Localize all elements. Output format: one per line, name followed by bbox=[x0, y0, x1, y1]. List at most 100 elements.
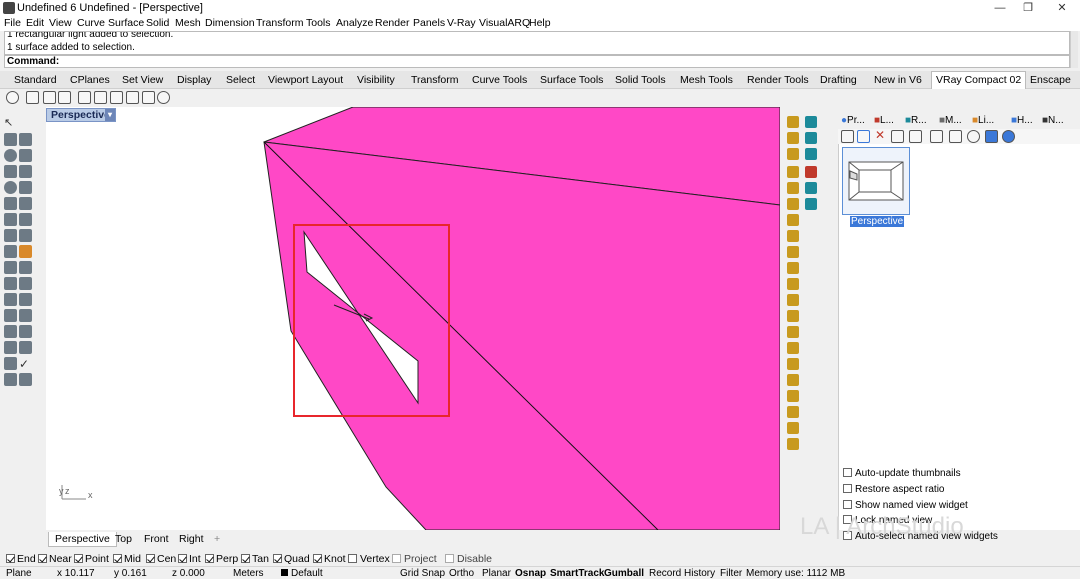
status-layer[interactable]: Default bbox=[281, 568, 323, 579]
ellipse-tool-icon[interactable] bbox=[4, 181, 17, 194]
cylinder-tool-icon[interactable] bbox=[4, 229, 17, 242]
annotation-icon[interactable] bbox=[787, 278, 799, 290]
refresh-view-icon[interactable] bbox=[909, 130, 922, 143]
window-view-icon[interactable] bbox=[985, 130, 998, 143]
save-view-icon[interactable] bbox=[841, 130, 854, 143]
menu-surface[interactable]: Surface bbox=[108, 17, 144, 29]
osnap-quad[interactable]: Quad bbox=[273, 553, 310, 565]
osnap-knot[interactable]: Knot bbox=[313, 553, 346, 565]
polyline-tool-icon[interactable] bbox=[19, 133, 32, 146]
osnap-tan[interactable]: Tan bbox=[241, 553, 269, 565]
ruler-tool-icon[interactable] bbox=[19, 341, 32, 354]
tab-mesh-tools[interactable]: Mesh Tools bbox=[680, 74, 733, 86]
panel-tab-layers[interactable]: ■L... bbox=[874, 115, 894, 126]
column-tool-icon[interactable] bbox=[805, 116, 817, 128]
panel-tab-render[interactable]: ■R... bbox=[905, 115, 927, 126]
vray-render-icon[interactable] bbox=[6, 91, 19, 104]
table-tool-icon[interactable] bbox=[787, 294, 799, 306]
sphere-tool-icon[interactable] bbox=[19, 213, 32, 226]
join-tool-icon[interactable] bbox=[4, 277, 17, 290]
menu-panels[interactable]: Panels bbox=[413, 17, 445, 29]
grid-snap-toggle[interactable]: Grid Snap bbox=[400, 568, 445, 579]
grid-tool-icon[interactable] bbox=[787, 374, 799, 386]
show-view-icon[interactable] bbox=[967, 130, 980, 143]
vray-proxy-icon[interactable] bbox=[142, 91, 155, 104]
panel-tab-lights[interactable]: ■Li... bbox=[972, 115, 994, 126]
copy-view-icon[interactable] bbox=[949, 130, 962, 143]
menu-solid[interactable]: Solid bbox=[146, 17, 169, 29]
command-prompt-input[interactable]: Command: bbox=[4, 55, 1070, 68]
osnap-near[interactable]: Near bbox=[38, 553, 72, 565]
menu-dimension[interactable]: Dimension bbox=[205, 17, 255, 29]
window-tool-icon[interactable] bbox=[787, 148, 799, 160]
option-show-named-view-widget[interactable]: Show named view widget bbox=[843, 500, 968, 511]
viewport-tab-right[interactable]: Right bbox=[173, 532, 210, 547]
vray-asset-editor-icon[interactable] bbox=[58, 91, 71, 104]
vray-light-icon[interactable] bbox=[78, 91, 91, 104]
minimize-button[interactable]: — bbox=[985, 0, 1015, 16]
roof-tool-icon[interactable] bbox=[787, 182, 799, 194]
osnap-perp[interactable]: Perp bbox=[205, 553, 238, 565]
osnap-vertex[interactable]: Vertex bbox=[348, 553, 390, 565]
tab-standard[interactable]: Standard bbox=[14, 74, 57, 86]
polygon-tool-icon[interactable] bbox=[19, 165, 32, 178]
menu-transform[interactable]: Transform bbox=[256, 17, 303, 29]
array-tool-icon[interactable] bbox=[4, 325, 17, 338]
tab-cplanes[interactable]: CPlanes bbox=[70, 74, 110, 86]
smarttrack-toggle[interactable]: SmartTrack bbox=[550, 568, 604, 579]
split-tool-icon[interactable] bbox=[4, 261, 17, 274]
box-tool-icon[interactable] bbox=[4, 213, 17, 226]
panel-tab-named-views[interactable]: ■N... bbox=[1042, 115, 1064, 126]
osnap-mid[interactable]: Mid bbox=[113, 553, 141, 565]
select-arrow-icon[interactable]: ↖ bbox=[4, 116, 17, 129]
osnap-point[interactable]: Point bbox=[74, 553, 109, 565]
command-history-scrollbar[interactable] bbox=[1070, 31, 1078, 68]
copy-tool-icon[interactable] bbox=[19, 293, 32, 306]
house-tool-icon[interactable] bbox=[787, 422, 799, 434]
move-axis-icon[interactable] bbox=[787, 438, 799, 450]
tab-solid-tools[interactable]: Solid Tools bbox=[615, 74, 666, 86]
menu-render[interactable]: Render bbox=[375, 17, 409, 29]
menu-analyze[interactable]: Analyze bbox=[336, 17, 373, 29]
add-viewport-tab-button[interactable]: + bbox=[208, 532, 226, 547]
point-tool-icon[interactable] bbox=[4, 133, 17, 146]
osnap-end[interactable]: End bbox=[6, 553, 36, 565]
label-tool-icon[interactable] bbox=[787, 342, 799, 354]
element-tool-icon[interactable] bbox=[787, 310, 799, 322]
group-tool-icon[interactable] bbox=[19, 277, 32, 290]
furniture-icon[interactable] bbox=[787, 262, 799, 274]
extrude-tool-icon[interactable] bbox=[19, 229, 32, 242]
vray-sphere-light-icon[interactable] bbox=[94, 91, 107, 104]
menu-mesh[interactable]: Mesh bbox=[175, 17, 201, 29]
viewport-tab-top[interactable]: Top bbox=[109, 532, 138, 547]
viewport-tab-perspective[interactable]: Perspective bbox=[48, 532, 117, 547]
slab-tool-icon[interactable] bbox=[805, 148, 817, 160]
menu-visualarq[interactable]: VisualARQ bbox=[479, 17, 530, 29]
elevation-icon[interactable] bbox=[787, 246, 799, 258]
filter-toggle[interactable]: Filter bbox=[720, 568, 742, 579]
offset-tool-icon[interactable] bbox=[19, 197, 32, 210]
box-side-face[interactable] bbox=[263, 141, 780, 530]
plan-view-icon[interactable] bbox=[787, 230, 799, 242]
check-tool-icon[interactable]: ✓ bbox=[19, 357, 32, 371]
panel-tab-properties[interactable]: ●Pr... bbox=[841, 115, 865, 126]
viewport-dropdown-icon[interactable]: ▾ bbox=[105, 109, 115, 121]
cup-tool-icon[interactable] bbox=[4, 357, 17, 370]
viewport-tab-front[interactable]: Front bbox=[138, 532, 175, 547]
command-history[interactable]: 1 rectangular light added to selection. … bbox=[4, 31, 1070, 55]
door-tool-icon[interactable] bbox=[787, 132, 799, 144]
perspective-viewport[interactable]: y z x bbox=[46, 107, 780, 530]
tab-curve-tools[interactable]: Curve Tools bbox=[472, 74, 527, 86]
help-icon[interactable] bbox=[1002, 130, 1015, 143]
tab-surface-tools[interactable]: Surface Tools bbox=[540, 74, 603, 86]
area-tool-icon[interactable] bbox=[787, 358, 799, 370]
menu-help[interactable]: Help bbox=[529, 17, 551, 29]
vray-settings-icon[interactable] bbox=[157, 91, 170, 104]
level-tool-icon[interactable] bbox=[805, 198, 817, 210]
tab-transform[interactable]: Transform bbox=[411, 74, 458, 86]
ortho-toggle[interactable]: Ortho bbox=[449, 568, 474, 579]
camera-tool-icon[interactable] bbox=[787, 326, 799, 338]
tab-set-view[interactable]: Set View bbox=[122, 74, 163, 86]
wall-tool-icon[interactable] bbox=[787, 116, 799, 128]
menu-vray[interactable]: V-Ray bbox=[447, 17, 476, 29]
